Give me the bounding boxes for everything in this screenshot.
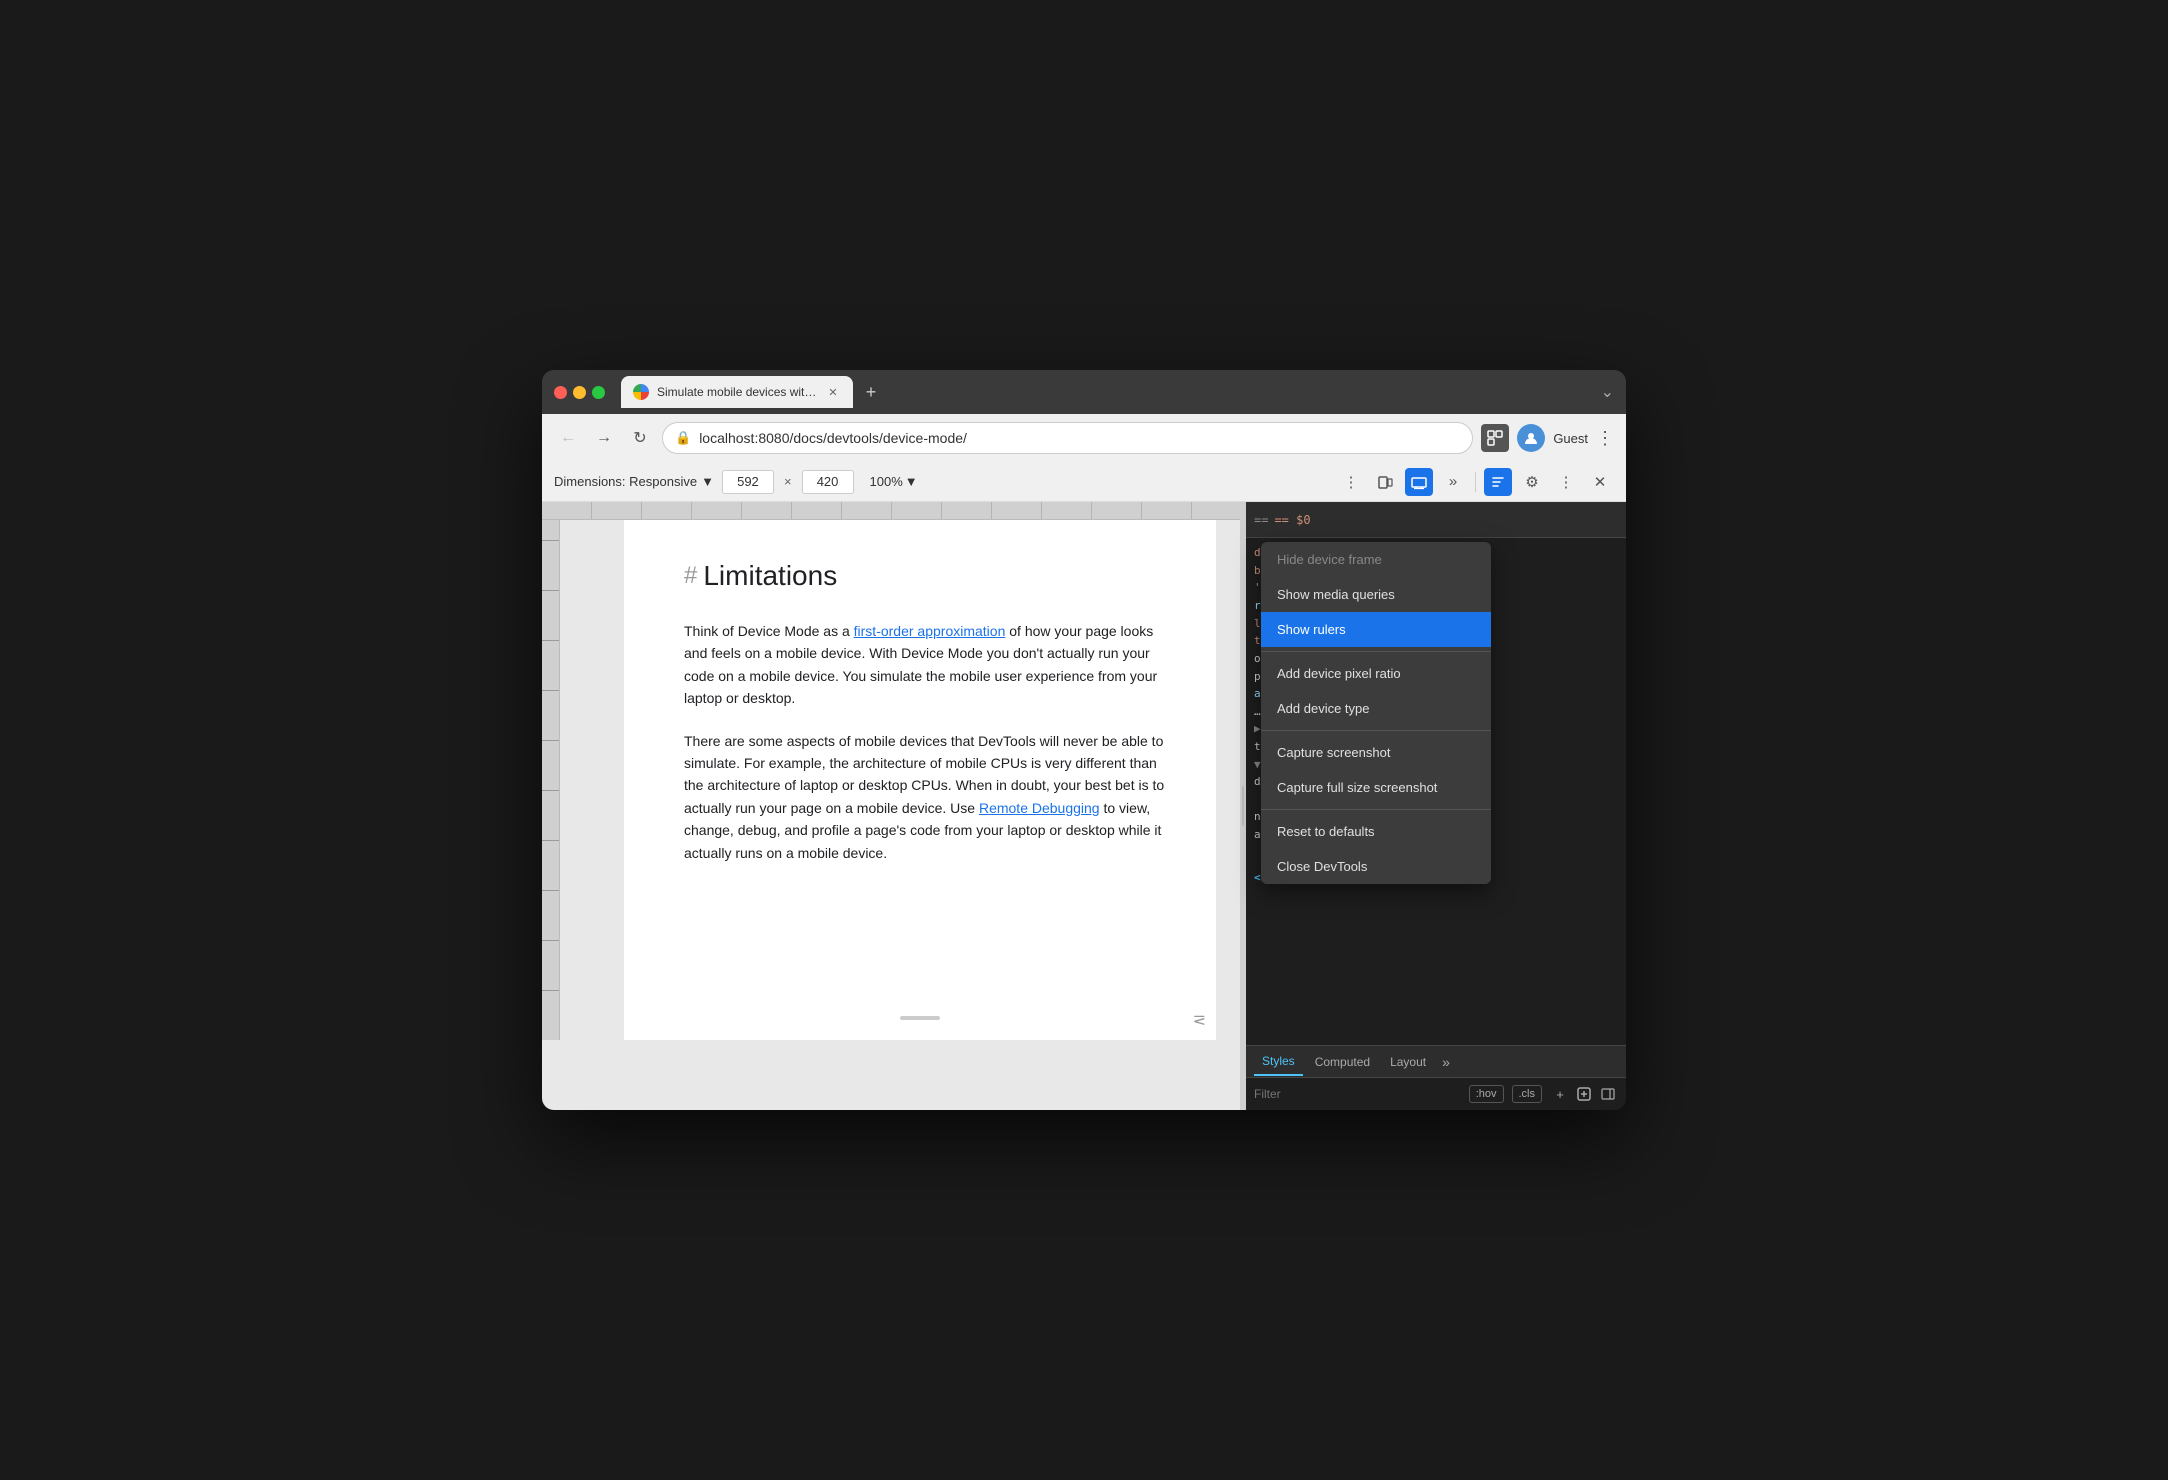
title-bar: Simulate mobile devices with D ✕ + ⌄ — [542, 370, 1626, 414]
close-tab-button[interactable]: ✕ — [825, 384, 841, 400]
horizontal-ruler — [542, 502, 1240, 520]
paragraph-2: There are some aspects of mobile devices… — [684, 730, 1176, 864]
dimensions-dropdown[interactable]: Dimensions: Responsive ▼ — [554, 474, 714, 489]
inspect-value: == $0 — [1274, 513, 1310, 527]
new-tab-button[interactable]: + — [857, 378, 885, 406]
width-input[interactable] — [722, 470, 774, 494]
zoom-dropdown-arrow: ▼ — [905, 474, 918, 489]
add-style-button[interactable]: + — [1550, 1084, 1570, 1104]
device-toolbar-button[interactable] — [1371, 468, 1399, 496]
heading-hash: # — [684, 562, 697, 590]
dimensions-dropdown-arrow: ▼ — [701, 474, 714, 489]
title-bar-right: ⌄ — [1601, 382, 1614, 402]
dom-breadcrumb-bar: == == $0 — [1246, 502, 1626, 538]
responsive-view-button[interactable] — [1405, 468, 1433, 496]
viewport-content: # Limitations Think of Device Mode as a … — [542, 520, 1240, 1040]
devtools-more-button[interactable]: ⋮ — [1552, 468, 1580, 496]
close-window-button[interactable] — [554, 386, 567, 399]
menu-item-capture-screenshot[interactable]: Capture screenshot — [1261, 735, 1491, 770]
more-tabs-button[interactable]: » — [1442, 1054, 1450, 1070]
device-mode-toolbar: Dimensions: Responsive ▼ × 100% ▼ ⋮ — [542, 462, 1626, 502]
paragraph-1: Think of Device Mode as a first-order ap… — [684, 620, 1176, 710]
inspect-equals: == — [1254, 513, 1268, 527]
traffic-lights — [554, 386, 605, 399]
device-mode-actions: ⋮ » ⚙ ⋮ ✕ — [1337, 468, 1614, 496]
hov-filter-button[interactable]: :hov — [1469, 1085, 1504, 1103]
bottom-tabs-bar: Styles Computed Layout » — [1246, 1046, 1626, 1078]
first-order-link[interactable]: first-order approximation — [854, 623, 1006, 639]
reload-button[interactable]: ↻ — [626, 424, 654, 452]
active-tab[interactable]: Simulate mobile devices with D ✕ — [621, 376, 853, 408]
menu-item-hide-device-frame[interactable]: Hide device frame — [1261, 542, 1491, 577]
menu-divider-1 — [1261, 651, 1491, 652]
dimension-separator: × — [784, 474, 792, 489]
filter-action-icons: + — [1550, 1084, 1618, 1104]
devtools-toggle-button[interactable] — [1481, 424, 1509, 452]
tab-computed[interactable]: Computed — [1307, 1048, 1378, 1076]
toggle-sidebar-button[interactable] — [1598, 1084, 1618, 1104]
security-icon: 🔒 — [675, 430, 691, 446]
menu-item-add-device-type[interactable]: Add device type — [1261, 691, 1491, 726]
styles-panel: Styles Computed Layout » :hov .cls + — [1246, 1045, 1626, 1110]
menu-divider-2 — [1261, 730, 1491, 731]
browser-window: Simulate mobile devices with D ✕ + ⌄ ← →… — [542, 370, 1626, 1110]
menu-item-show-media-queries[interactable]: Show media queries — [1261, 577, 1491, 612]
menu-item-close-devtools[interactable]: Close DevTools — [1261, 849, 1491, 884]
tab-layout[interactable]: Layout — [1382, 1048, 1434, 1076]
browser-menu-button[interactable]: ⋮ — [1596, 428, 1614, 449]
heading-text: Limitations — [703, 560, 837, 592]
device-viewport: # Limitations Think of Device Mode as a … — [542, 502, 1240, 1110]
profile-label[interactable]: Guest — [1553, 431, 1588, 446]
zoom-value: 100% — [870, 474, 903, 489]
tab-title: Simulate mobile devices with D — [657, 385, 817, 399]
menu-item-add-device-pixel-ratio[interactable]: Add device pixel ratio — [1261, 656, 1491, 691]
remote-debugging-link[interactable]: Remote Debugging — [979, 800, 1100, 816]
window-menu-button[interactable]: ⌄ — [1601, 382, 1614, 402]
back-button[interactable]: ← — [554, 424, 582, 452]
ruler-marks — [542, 502, 1240, 520]
dimensions-label-text: Dimensions: Responsive — [554, 474, 697, 489]
elements-panel-button[interactable] — [1484, 468, 1512, 496]
para1-text-before-link: Think of Device Mode as a — [684, 623, 854, 639]
url-text: localhost:8080/docs/devtools/device-mode… — [699, 430, 1460, 446]
settings-button[interactable]: ⚙ — [1518, 468, 1546, 496]
tab-bar: Simulate mobile devices with D ✕ + — [621, 376, 1593, 408]
tab-styles[interactable]: Styles — [1254, 1048, 1303, 1076]
resize-handle[interactable]: ⋜ — [1193, 1010, 1206, 1030]
chrome-favicon-icon — [633, 384, 649, 400]
address-bar[interactable]: 🔒 localhost:8080/docs/devtools/device-mo… — [662, 422, 1473, 454]
profile-avatar[interactable] — [1517, 424, 1545, 452]
omnibox-right: Guest ⋮ — [1481, 424, 1614, 452]
styles-filter-bar: :hov .cls + — [1246, 1078, 1626, 1110]
vertical-ruler — [542, 520, 560, 1040]
more-panels-button[interactable]: » — [1439, 468, 1467, 496]
context-menu: Hide device frame Show media queries Sho… — [1261, 542, 1491, 884]
minimize-window-button[interactable] — [573, 386, 586, 399]
zoom-selector[interactable]: 100% ▼ — [870, 474, 918, 489]
menu-divider-3 — [1261, 809, 1491, 810]
forward-button[interactable]: → — [590, 424, 618, 452]
main-content-area: # Limitations Think of Device Mode as a … — [542, 502, 1626, 1110]
page-content: # Limitations Think of Device Mode as a … — [624, 520, 1216, 1040]
omnibox-bar: ← → ↻ 🔒 localhost:8080/docs/devtools/dev… — [542, 414, 1626, 462]
divider-visual — [1242, 786, 1244, 826]
page-heading: # Limitations — [684, 560, 1176, 592]
element-state-button[interactable] — [1574, 1084, 1594, 1104]
menu-item-capture-full-screenshot[interactable]: Capture full size screenshot — [1261, 770, 1491, 805]
height-input[interactable] — [802, 470, 854, 494]
more-options-button[interactable]: ⋮ — [1337, 468, 1365, 496]
menu-item-show-rulers[interactable]: Show rulers — [1261, 612, 1491, 647]
menu-item-reset-defaults[interactable]: Reset to defaults — [1261, 814, 1491, 849]
scroll-indicator — [900, 1016, 940, 1020]
close-devtools-button[interactable]: ✕ — [1586, 468, 1614, 496]
styles-filter-input[interactable] — [1254, 1087, 1461, 1101]
toolbar-divider — [1475, 472, 1476, 492]
maximize-window-button[interactable] — [592, 386, 605, 399]
cls-filter-button[interactable]: .cls — [1512, 1085, 1543, 1103]
